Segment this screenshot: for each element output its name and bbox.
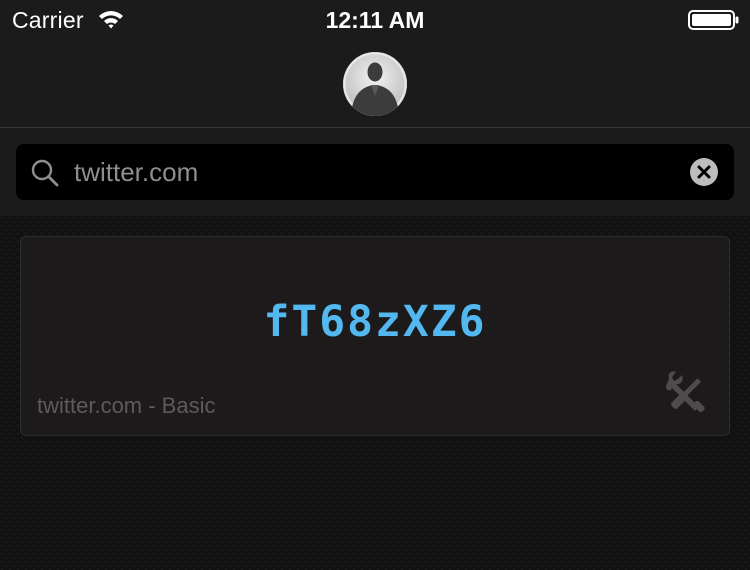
battery-icon [688,10,739,30]
search-icon [31,159,59,187]
search-field[interactable]: twitter.com [16,144,734,200]
clear-icon[interactable] [689,157,719,187]
wrench-screwdriver-icon[interactable] [663,369,711,417]
password-card[interactable]: fT68zXZ6 twitter.com - Basic [20,236,730,436]
nav-bar [0,40,750,128]
site-profile-label: twitter.com - Basic [37,393,216,418]
user-silhouette-icon [343,52,407,116]
avatar[interactable] [343,52,407,116]
app-screen: Carrier 12:11 AM twitter.com fT68zXZ6 tw… [0,0,750,570]
search-input[interactable]: twitter.com [74,144,674,200]
generated-password[interactable]: fT68zXZ6 [21,297,729,347]
status-bar: Carrier 12:11 AM [0,0,750,40]
status-time: 12:11 AM [325,7,425,33]
search-bar-container: twitter.com [0,128,750,216]
